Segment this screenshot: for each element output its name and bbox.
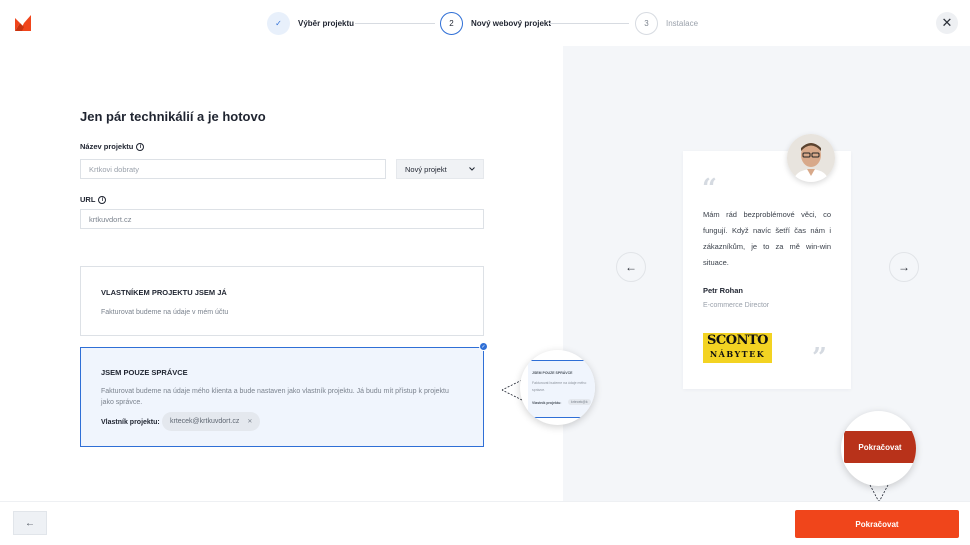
step-divider bbox=[355, 23, 435, 24]
option-description: Fakturovat budeme na údaje v mém účtu bbox=[101, 309, 229, 316]
zoom-magnifier: JSEM POUZE SPRÁVCE Fakturovat budeme na … bbox=[520, 350, 595, 425]
continue-zoom-label: Pokračovat bbox=[844, 431, 916, 463]
selected-check-icon: ✓ bbox=[479, 342, 488, 351]
step-3-label: Instalace bbox=[666, 19, 699, 28]
chevron-down-icon bbox=[469, 167, 475, 171]
quote-close-icon: ” bbox=[812, 343, 827, 373]
step-divider bbox=[549, 23, 629, 24]
close-icon: ✕ bbox=[941, 15, 953, 30]
quote-open-icon: “ bbox=[702, 174, 717, 204]
info-icon[interactable]: i bbox=[136, 142, 145, 151]
option-owner-card[interactable]: VLASTNÍKEM PROJEKTU JSEM JÁ Fakturovat b… bbox=[80, 266, 484, 336]
project-name-label: Název projektu i bbox=[80, 142, 145, 151]
testimonial-name: Petr Rohan bbox=[703, 286, 744, 295]
back-button[interactable]: ← bbox=[13, 511, 47, 535]
arrow-left-icon: ← bbox=[25, 517, 35, 529]
zoom-owner: Vlastník projektu: bbox=[532, 401, 562, 405]
project-type-select[interactable]: Nový projekt bbox=[396, 159, 484, 179]
header: ✓ Výběr projektu 2 Nový webový projekt 3… bbox=[0, 0, 970, 46]
info-icon[interactable]: i bbox=[98, 195, 107, 204]
zoom-title: JSEM POUZE SPRÁVCE bbox=[532, 371, 573, 375]
step-1-circle: ✓ bbox=[267, 12, 290, 35]
testimonial-text: Mám rád bezproblémové věci, co fungují. … bbox=[703, 210, 831, 267]
url-label: URL i bbox=[80, 195, 107, 204]
arrow-right-icon: → bbox=[898, 260, 910, 274]
close-button[interactable]: ✕ bbox=[936, 12, 958, 34]
sconto-logo: SCONTO NÁBYTEK bbox=[703, 333, 772, 363]
arrow-left-icon: ← bbox=[625, 260, 637, 274]
option-title: VLASTNÍKEM PROJEKTU JSEM JÁ bbox=[101, 288, 227, 297]
fox-logo-icon[interactable] bbox=[14, 14, 32, 32]
step-2-circle: 2 bbox=[440, 12, 463, 35]
person-photo-icon bbox=[787, 134, 835, 182]
option-admin-card[interactable]: JSEM POUZE SPRÁVCE Fakturovat budeme na … bbox=[80, 347, 484, 447]
option-title: JSEM POUZE SPRÁVCE bbox=[101, 368, 188, 377]
project-name-input[interactable]: Krtkovi dobraty bbox=[80, 159, 386, 179]
continue-button[interactable]: Pokračovat bbox=[795, 510, 959, 538]
remove-icon[interactable]: ✕ bbox=[247, 418, 252, 425]
zoom-content: JSEM POUZE SPRÁVCE Fakturovat budeme na … bbox=[528, 360, 595, 418]
owner-email-chip[interactable]: krtecek@krtkuvdort.cz ✕ bbox=[162, 412, 261, 431]
url-input[interactable]: krtkuvdort.cz bbox=[80, 209, 484, 229]
form-title: Jen pár technikálií a je hotovo bbox=[80, 109, 266, 124]
zoom-desc-2: správce. bbox=[532, 388, 546, 392]
step-1-label: Výběr projektu bbox=[298, 19, 355, 28]
testimonial-next-button[interactable]: → bbox=[889, 252, 919, 282]
option-description: Fakturovat budeme na údaje mého klienta … bbox=[101, 388, 449, 406]
zoom-desc: Fakturovat budeme na údaje mého bbox=[532, 381, 587, 385]
step-3-circle: 3 bbox=[635, 12, 658, 35]
zoom-chip: krtecek@k bbox=[568, 399, 591, 405]
avatar bbox=[787, 134, 835, 182]
testimonial-role: E-commerce Director bbox=[703, 302, 770, 309]
step-2-label: Nový webový projekt bbox=[471, 19, 552, 28]
testimonial-prev-button[interactable]: ← bbox=[616, 252, 646, 282]
owner-label: Vlastník projektu: bbox=[101, 419, 160, 426]
continue-zoom-magnifier: Pokračovat bbox=[841, 411, 916, 486]
